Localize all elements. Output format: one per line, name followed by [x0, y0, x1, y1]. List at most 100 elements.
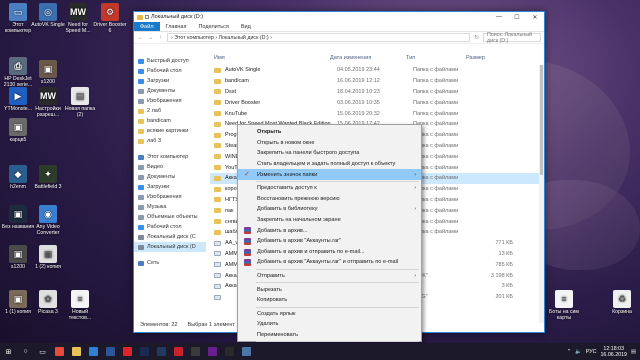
refresh-icon[interactable]: ↻	[473, 34, 480, 42]
desktop-icon[interactable]: ▣ 1 (2) копия	[31, 245, 65, 270]
nav-item[interactable]: Этот компьютер	[134, 152, 206, 162]
menu-item[interactable]: Добавить в архив "Аккаунты.rar" и отправ…	[238, 257, 421, 268]
menu-item[interactable]: Закрепить на начальном экране	[238, 215, 421, 226]
nav-item[interactable]: Изображения	[134, 192, 206, 202]
nav-item[interactable]: Рабочий стол	[134, 66, 206, 76]
language-indicator[interactable]: РУС	[586, 349, 597, 355]
file-row[interactable]: KnuTube 15.06.2019 20:32 Папка с файлами	[210, 108, 540, 119]
desktop-icon[interactable]: ◆ h2enm	[1, 165, 35, 190]
menu-item[interactable]: Открыть	[238, 127, 421, 138]
desktop-icon[interactable]: ▣ s1200	[1, 245, 35, 270]
desktop-icon[interactable]: ▣ 1 (1) копия	[1, 290, 35, 315]
desktop-icon[interactable]: ▣ Без названия	[1, 205, 35, 230]
vk-icon[interactable]	[238, 343, 255, 360]
menu-item[interactable]: Переименовать	[238, 330, 421, 341]
desktop-icon[interactable]: ≡ Боты на сим карты	[547, 290, 581, 321]
tab-share[interactable]: Поделиться	[192, 22, 234, 31]
file-row[interactable]: Driver Booster 03.06.2019 10:35 Папка с фа…	[210, 97, 540, 108]
desktop-icon[interactable]: ≡ Новый текстов...	[63, 290, 97, 321]
nav-item[interactable]: всякие картинки	[134, 126, 206, 136]
desktop-icon[interactable]: ▣ s1200	[31, 60, 65, 85]
file-row[interactable]: AutoVK Single 04.05.2019 23:44 Папка с фай…	[210, 65, 540, 76]
desktop-icon[interactable]: ♻ Корзина	[605, 290, 639, 315]
clock[interactable]: 12:18:03 16.06.2019	[600, 346, 627, 358]
column-date[interactable]: Дата изменения	[330, 55, 406, 61]
column-size[interactable]: Размер	[466, 55, 506, 61]
tab-view[interactable]: Вид	[235, 22, 257, 31]
column-type[interactable]: Тип	[406, 55, 466, 61]
address-bar[interactable]: › Этот компьютер › Локальный диск (D:) ›	[167, 33, 470, 42]
forward-icon[interactable]: →	[147, 34, 154, 42]
desktop-icon[interactable]: ✦ Battlefield 3	[31, 165, 65, 190]
chevron-up-icon[interactable]: ⌃	[567, 349, 571, 355]
scrollbar[interactable]	[539, 65, 544, 323]
nav-item[interactable]: Видео	[134, 162, 206, 172]
word-icon[interactable]	[102, 343, 119, 360]
menu-item[interactable]: Копировать	[238, 295, 421, 306]
menu-item[interactable]: Открыть в новом окне	[238, 138, 421, 149]
file-row[interactable]: Dsst 18.04.2019 10:23 Папка с файлами	[210, 87, 540, 98]
close-button[interactable]: ✕	[526, 12, 544, 22]
nav-item[interactable]: Загрузки	[134, 182, 206, 192]
desktop-icon[interactable]: MW Настройки разреш...	[31, 87, 65, 118]
nav-item[interactable]: Документы	[134, 86, 206, 96]
nav-item[interactable]: Локальный диск (D	[134, 242, 206, 252]
desktop-icon[interactable]: MW Need for Speed M...	[61, 3, 95, 34]
menu-item[interactable]: Удалить	[238, 319, 421, 330]
nav-item[interactable]: Объемные объекты	[134, 212, 206, 222]
nav-item[interactable]: Быстрый доступ	[134, 56, 206, 66]
menu-item[interactable]: Закрепить на панели быстрого доступа	[238, 148, 421, 159]
back-icon[interactable]: ←	[137, 34, 144, 42]
desktop-icon[interactable]: ⚙ Driver Booster 6	[93, 3, 127, 34]
column-name[interactable]: Имя	[214, 55, 330, 61]
nav-item[interactable]: Музыка	[134, 202, 206, 212]
menu-item[interactable]: Создать ярлык	[238, 309, 421, 320]
desktop-icon[interactable]: ⎙ HP DeskJet 2130 serie...	[1, 57, 35, 88]
nav-item[interactable]: 2 лаб	[134, 106, 206, 116]
desktop-icon[interactable]: ▭ Этот компьютер	[1, 3, 35, 34]
title-bar[interactable]: Локальный диск (D:)	[134, 12, 544, 22]
desktop-icon[interactable]: ◎ AutoVK Single	[31, 3, 65, 28]
steam-icon[interactable]	[153, 343, 170, 360]
vegas-icon[interactable]	[187, 343, 204, 360]
nav-item[interactable]: Рабочий стол	[134, 222, 206, 232]
store-icon[interactable]	[85, 343, 102, 360]
nav-item[interactable]: лаб 3	[134, 136, 206, 146]
minimize-button[interactable]: —	[490, 12, 508, 22]
explorer-icon[interactable]	[68, 343, 85, 360]
notifications-icon[interactable]: ▤	[631, 349, 636, 355]
terminal-icon[interactable]	[221, 343, 238, 360]
scrollbar-thumb[interactable]	[540, 65, 543, 175]
search-input[interactable]: Поиск: Локальный диск (D:)	[483, 32, 541, 44]
maximize-button[interactable]: ☐	[508, 12, 526, 22]
menu-item[interactable]: Восстановить прежнюю версию	[238, 194, 421, 205]
up-icon[interactable]: ↑	[157, 34, 164, 42]
nav-item[interactable]: Загрузки	[134, 76, 206, 86]
menu-item[interactable]: Отправить ›	[238, 271, 421, 282]
tab-file[interactable]: Файл	[134, 22, 160, 31]
photoshop-icon[interactable]	[136, 343, 153, 360]
desktop-icon[interactable]: ◉ Any Video Converter	[31, 205, 65, 236]
desktop-icon[interactable]: ✿ Picasa 3	[31, 290, 65, 315]
app-icon[interactable]	[204, 343, 221, 360]
quick-access-toolbar-icon[interactable]	[145, 15, 149, 19]
volume-icon[interactable]: 🔈	[575, 349, 582, 355]
nav-item[interactable]: Изображения	[134, 96, 206, 106]
menu-item[interactable]: Вырезать	[238, 284, 421, 295]
nav-item[interactable]: Документы	[134, 172, 206, 182]
yandex-icon[interactable]	[119, 343, 136, 360]
search-icon[interactable]: ○	[17, 343, 34, 360]
menu-item[interactable]: Добавить в архив...	[238, 225, 421, 236]
menu-item[interactable]: Добавить в библиотеку ›	[238, 204, 421, 215]
menu-item[interactable]: ✓ Изменить значок папки ›	[238, 169, 421, 180]
start-icon[interactable]: ⊞	[0, 343, 17, 360]
task-view-icon[interactable]: ▭	[34, 343, 51, 360]
menu-item[interactable]: Добавить в архив и отправить по e-mail..…	[238, 247, 421, 258]
menu-item[interactable]: Добавить в архив "Аккаунты.rar"	[238, 236, 421, 247]
nav-item[interactable]: Локальный диск (C	[134, 232, 206, 242]
file-row[interactable]: bandicam 16.06.2019 12:12 Папка с файлами	[210, 76, 540, 87]
nav-item[interactable]: Сеть	[134, 258, 206, 268]
tab-home[interactable]: Главная	[160, 22, 193, 31]
nav-item[interactable]: bandicam	[134, 116, 206, 126]
menu-item[interactable]: Предоставить доступ к ›	[238, 183, 421, 194]
